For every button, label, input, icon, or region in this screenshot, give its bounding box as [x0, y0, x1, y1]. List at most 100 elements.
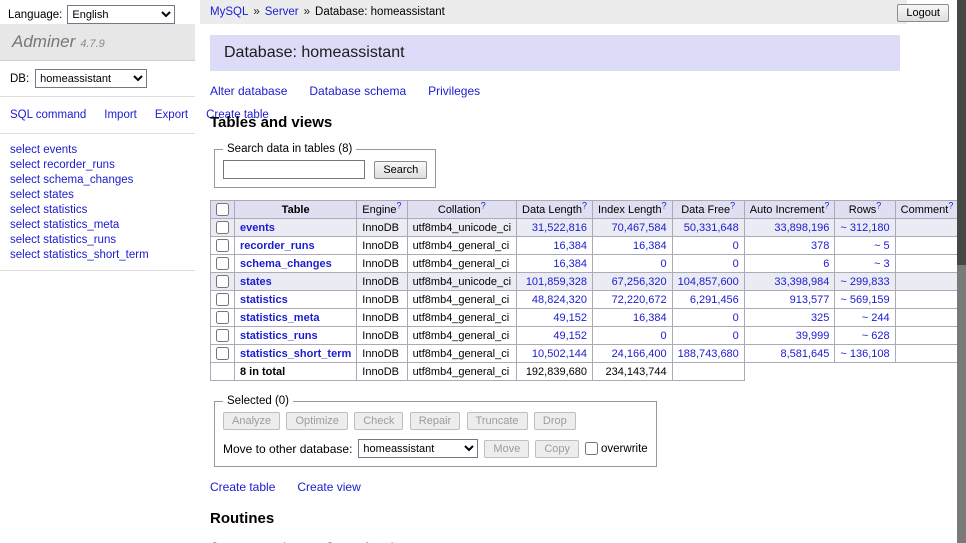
- table-name-link[interactable]: schema_changes: [240, 258, 332, 270]
- table-name-link[interactable]: states: [240, 276, 272, 288]
- language-select[interactable]: English: [67, 5, 175, 24]
- data-length-link[interactable]: 48,824,320: [532, 294, 587, 306]
- auto-increment-link[interactable]: 39,999: [796, 330, 830, 342]
- comment-help-link[interactable]: ?: [948, 200, 953, 210]
- table-name-link[interactable]: statistics_runs: [240, 330, 318, 342]
- data-length-link[interactable]: 16,384: [553, 258, 587, 270]
- table-name-link[interactable]: statistics_meta: [240, 312, 320, 324]
- data-length-link[interactable]: 49,152: [553, 312, 587, 324]
- scrollbar-thumb[interactable]: [957, 0, 966, 265]
- auto-increment-link[interactable]: 33,898,196: [774, 222, 829, 234]
- rows-link[interactable]: ~ 569,159: [840, 294, 889, 306]
- index-length-link[interactable]: 24,166,400: [612, 348, 667, 360]
- auto-increment-help-link[interactable]: ?: [824, 200, 829, 210]
- move-db-select[interactable]: homeassistant: [358, 439, 478, 458]
- sidebar-table-link[interactable]: select statistics_meta: [10, 217, 185, 232]
- index-length-help-link[interactable]: ?: [662, 200, 667, 210]
- db-select[interactable]: homeassistant: [35, 69, 147, 88]
- index-length-link[interactable]: 0: [661, 258, 667, 270]
- row-select-checkbox[interactable]: [216, 221, 229, 234]
- logout-button[interactable]: Logout: [897, 4, 949, 22]
- repair-button[interactable]: Repair: [410, 412, 460, 430]
- breadcrumb-link[interactable]: MySQL: [210, 6, 248, 18]
- sidebar-action-export[interactable]: Export: [155, 109, 188, 121]
- privileges-link[interactable]: Privileges: [428, 84, 480, 98]
- truncate-button[interactable]: Truncate: [467, 412, 528, 430]
- auto-increment-link[interactable]: 325: [811, 312, 829, 324]
- check-all-checkbox[interactable]: [216, 203, 229, 216]
- data-free-link[interactable]: 6,291,456: [690, 294, 739, 306]
- rows-link[interactable]: ~ 299,833: [840, 276, 889, 288]
- engine-help-link[interactable]: ?: [397, 200, 402, 210]
- row-select-checkbox[interactable]: [216, 329, 229, 342]
- overwrite-checkbox[interactable]: [585, 442, 598, 455]
- create-view-link[interactable]: Create view: [297, 480, 360, 494]
- rows-link[interactable]: ~ 312,180: [840, 222, 889, 234]
- row-select-checkbox[interactable]: [216, 257, 229, 270]
- data-free-link[interactable]: 0: [733, 240, 739, 252]
- sidebar-table-link[interactable]: select events: [10, 142, 185, 157]
- move-button[interactable]: Move: [484, 440, 529, 458]
- data-length-link[interactable]: 101,859,328: [526, 276, 587, 288]
- sidebar-table-link[interactable]: select states: [10, 187, 185, 202]
- analyze-button[interactable]: Analyze: [223, 412, 280, 430]
- alter-database-link[interactable]: Alter database: [210, 84, 287, 98]
- auto-increment-link[interactable]: 8,581,645: [780, 348, 829, 360]
- drop-button[interactable]: Drop: [534, 412, 576, 430]
- data-free-link[interactable]: 104,857,600: [678, 276, 739, 288]
- rows-link[interactable]: ~ 3: [874, 258, 890, 270]
- rows-link[interactable]: ~ 628: [862, 330, 890, 342]
- data-free-link[interactable]: 0: [733, 312, 739, 324]
- index-length-link[interactable]: 70,467,584: [612, 222, 667, 234]
- index-length-link[interactable]: 0: [661, 330, 667, 342]
- auto-increment-link[interactable]: 378: [811, 240, 829, 252]
- data-length-link[interactable]: 16,384: [553, 240, 587, 252]
- data-free-help-link[interactable]: ?: [730, 200, 735, 210]
- table-name-link[interactable]: statistics: [240, 294, 288, 306]
- rows-help-link[interactable]: ?: [876, 200, 881, 210]
- data-length-link[interactable]: 49,152: [553, 330, 587, 342]
- row-select-checkbox[interactable]: [216, 347, 229, 360]
- rows-link[interactable]: ~ 5: [874, 240, 890, 252]
- data-length-link[interactable]: 10,502,144: [532, 348, 587, 360]
- create-table-link[interactable]: Create table: [210, 480, 275, 494]
- rows-link[interactable]: ~ 244: [862, 312, 890, 324]
- auto-increment-link[interactable]: 6: [823, 258, 829, 270]
- search-button[interactable]: Search: [374, 161, 427, 179]
- sidebar-table-link[interactable]: select recorder_runs: [10, 157, 185, 172]
- adminer-logo-link[interactable]: Adminer: [12, 32, 75, 51]
- data-free-link[interactable]: 0: [733, 258, 739, 270]
- sidebar-action-sql-command[interactable]: SQL command: [10, 109, 86, 121]
- row-select-checkbox[interactable]: [216, 275, 229, 288]
- search-input[interactable]: [223, 160, 365, 179]
- table-name-link[interactable]: events: [240, 222, 275, 234]
- sidebar-table-link[interactable]: select schema_changes: [10, 172, 185, 187]
- index-length-link[interactable]: 72,220,672: [612, 294, 667, 306]
- row-select-checkbox[interactable]: [216, 239, 229, 252]
- sidebar-action-import[interactable]: Import: [104, 109, 137, 121]
- vertical-scrollbar[interactable]: [957, 0, 966, 543]
- data-free-link[interactable]: 188,743,680: [678, 348, 739, 360]
- row-select-checkbox[interactable]: [216, 311, 229, 324]
- data-free-link[interactable]: 50,331,648: [684, 222, 739, 234]
- index-length-link[interactable]: 67,256,320: [612, 276, 667, 288]
- check-button[interactable]: Check: [354, 412, 403, 430]
- table-name-link[interactable]: statistics_short_term: [240, 348, 351, 360]
- breadcrumb-link[interactable]: Server: [265, 6, 299, 18]
- data-length-help-link[interactable]: ?: [582, 200, 587, 210]
- collation-help-link[interactable]: ?: [481, 200, 486, 210]
- index-length-link[interactable]: 16,384: [633, 240, 667, 252]
- optimize-button[interactable]: Optimize: [286, 412, 347, 430]
- sidebar-table-link[interactable]: select statistics: [10, 202, 185, 217]
- row-select-checkbox[interactable]: [216, 293, 229, 306]
- sidebar-table-link[interactable]: select statistics_runs: [10, 232, 185, 247]
- database-schema-link[interactable]: Database schema: [309, 84, 406, 98]
- table-name-link[interactable]: recorder_runs: [240, 240, 315, 252]
- copy-button[interactable]: Copy: [535, 440, 579, 458]
- data-free-link[interactable]: 0: [733, 330, 739, 342]
- data-length-link[interactable]: 31,522,816: [532, 222, 587, 234]
- index-length-link[interactable]: 16,384: [633, 312, 667, 324]
- sidebar-table-link[interactable]: select statistics_short_term: [10, 247, 185, 262]
- rows-link[interactable]: ~ 136,108: [840, 348, 889, 360]
- auto-increment-link[interactable]: 913,577: [790, 294, 830, 306]
